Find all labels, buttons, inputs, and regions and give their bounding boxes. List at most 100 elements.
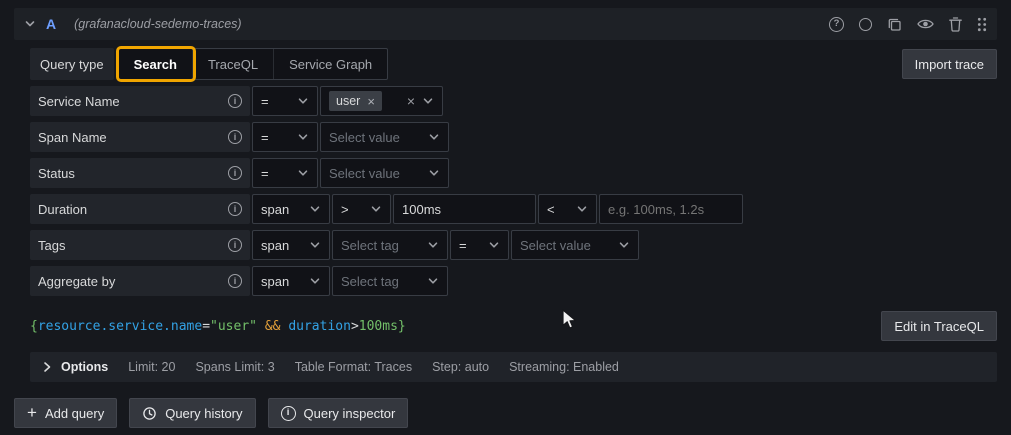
tags-tag-select[interactable]: Select tag — [332, 230, 448, 260]
span-name-value-select[interactable]: Select value — [320, 122, 449, 152]
aggregate-by-tag-select[interactable]: Select tag — [332, 266, 448, 296]
trace-query-editor: A (grafanacloud-sedemo-traces) ? Query t… — [0, 0, 1011, 435]
value-chip[interactable]: user × — [329, 91, 382, 111]
chevron-down-icon — [297, 167, 309, 179]
tags-label: Tags i — [30, 230, 250, 260]
query-type-option-service-graph[interactable]: Service Graph — [274, 49, 387, 79]
select-placeholder: Select tag — [341, 238, 399, 253]
options-label: Options — [61, 360, 108, 374]
span-name-label: Span Name i — [30, 122, 250, 152]
help-icon[interactable]: ? — [829, 17, 844, 32]
duration-max-operator-select[interactable]: < — [538, 194, 597, 224]
token-brace-open: { — [30, 319, 38, 334]
chevron-down-icon — [422, 95, 434, 107]
query-inspector-button[interactable]: i Query inspector — [268, 398, 409, 428]
hide-response-icon[interactable] — [917, 17, 934, 31]
info-icon[interactable]: i — [228, 94, 242, 108]
info-icon[interactable]: i — [228, 238, 242, 252]
query-history-button[interactable]: Query history — [129, 398, 255, 428]
edit-in-traceql-button[interactable]: Edit in TraceQL — [881, 311, 997, 341]
span-name-operator-select[interactable]: = — [252, 122, 318, 152]
status-operator-select[interactable]: = — [252, 158, 318, 188]
query-history-label: Query history — [165, 406, 242, 421]
info-icon[interactable]: i — [228, 166, 242, 180]
tags-value-select[interactable]: Select value — [511, 230, 639, 260]
query-type-option-traceql[interactable]: TraceQL — [193, 49, 274, 79]
info-icon[interactable]: i — [228, 274, 242, 288]
chevron-down-icon — [370, 203, 382, 215]
remove-value-icon[interactable]: × — [367, 95, 375, 108]
token-operator: > — [351, 319, 359, 334]
import-trace-button[interactable]: Import trace — [902, 49, 997, 79]
remove-query-icon[interactable] — [949, 17, 962, 32]
service-name-value-select[interactable]: user × × — [320, 86, 443, 116]
query-type-label: Query type — [30, 48, 114, 80]
status-value-select[interactable]: Select value — [320, 158, 449, 188]
query-ref-id[interactable]: A — [46, 16, 56, 32]
info-icon[interactable]: i — [228, 202, 242, 216]
chevron-down-icon — [309, 239, 321, 251]
duration-scope-select[interactable]: span — [252, 194, 330, 224]
options-bar[interactable]: Options Limit: 20 Spans Limit: 3 Table F… — [30, 352, 997, 382]
query-type-radio-group: Search TraceQL Service Graph — [118, 48, 389, 80]
field-label-text: Tags — [38, 238, 65, 253]
field-label-text: Service Name — [38, 94, 120, 109]
select-placeholder: Select tag — [341, 274, 399, 289]
aggregate-by-label: Aggregate by i — [30, 266, 250, 296]
query-type-row: Query type Search TraceQL Service Graph … — [30, 48, 997, 80]
mouse-cursor — [562, 309, 580, 331]
options-summary-limit: Limit: 20 — [128, 360, 175, 374]
query-preview-row: {resource.service.name="user" && duratio… — [30, 310, 997, 342]
info-icon[interactable]: i — [228, 130, 242, 144]
aggregate-by-scope-select[interactable]: span — [252, 266, 330, 296]
datasource-name: (grafanacloud-sedemo-traces) — [74, 17, 241, 31]
query-header-actions: ? — [829, 17, 987, 32]
chevron-down-icon — [427, 239, 439, 251]
selected-operator: = — [459, 238, 467, 253]
service-name-operator-select[interactable]: = — [252, 86, 318, 116]
duration-min-operator-select[interactable]: > — [332, 194, 391, 224]
selected-scope: span — [261, 238, 289, 253]
drag-handle-icon[interactable] — [977, 17, 987, 32]
service-name-label: Service Name i — [30, 86, 250, 116]
options-toggle[interactable]: Options — [42, 360, 108, 374]
select-placeholder: Select value — [520, 238, 591, 253]
query-preview: {resource.service.name="user" && duratio… — [30, 319, 406, 334]
add-query-button[interactable]: + Add query — [14, 398, 117, 428]
selected-operator: = — [261, 130, 269, 145]
token-string: "user" — [210, 319, 257, 334]
options-summary-table-format: Table Format: Traces — [295, 360, 412, 374]
tags-operator-select[interactable]: = — [450, 230, 509, 260]
options-summary-streaming: Streaming: Enabled — [509, 360, 619, 374]
selected-scope: span — [261, 274, 289, 289]
query-type-option-search[interactable]: Search — [119, 49, 193, 79]
history-icon — [142, 406, 157, 421]
clear-values-icon[interactable]: × — [407, 94, 415, 108]
chevron-down-icon — [309, 203, 321, 215]
chevron-down-icon — [428, 167, 440, 179]
chevron-down-icon — [309, 275, 321, 287]
chevron-down-icon — [618, 239, 630, 251]
selected-scope: span — [261, 202, 289, 217]
token-field: duration — [288, 319, 351, 334]
duration-label: Duration i — [30, 194, 250, 224]
token-brace-close: } — [398, 319, 406, 334]
duration-min-input[interactable] — [393, 194, 536, 224]
field-label-text: Duration — [38, 202, 87, 217]
collapse-chevron-icon[interactable] — [24, 18, 36, 30]
duration-row: Duration i span > < — [30, 194, 997, 224]
token-operator: = — [202, 319, 210, 334]
disable-query-icon[interactable] — [859, 18, 872, 31]
duplicate-query-icon[interactable] — [887, 17, 902, 32]
tags-scope-select[interactable]: span — [252, 230, 330, 260]
selected-operator: < — [547, 202, 555, 217]
duration-max-input[interactable] — [599, 194, 743, 224]
chevron-down-icon — [297, 95, 309, 107]
chevron-down-icon — [576, 203, 588, 215]
select-placeholder: Select value — [329, 130, 400, 145]
tags-row: Tags i span Select tag = — [30, 230, 997, 260]
status-row: Status i = Select value — [30, 158, 997, 188]
field-label-text: Status — [38, 166, 75, 181]
service-name-row: Service Name i = user × × — [30, 86, 997, 116]
chevron-down-icon — [427, 275, 439, 287]
